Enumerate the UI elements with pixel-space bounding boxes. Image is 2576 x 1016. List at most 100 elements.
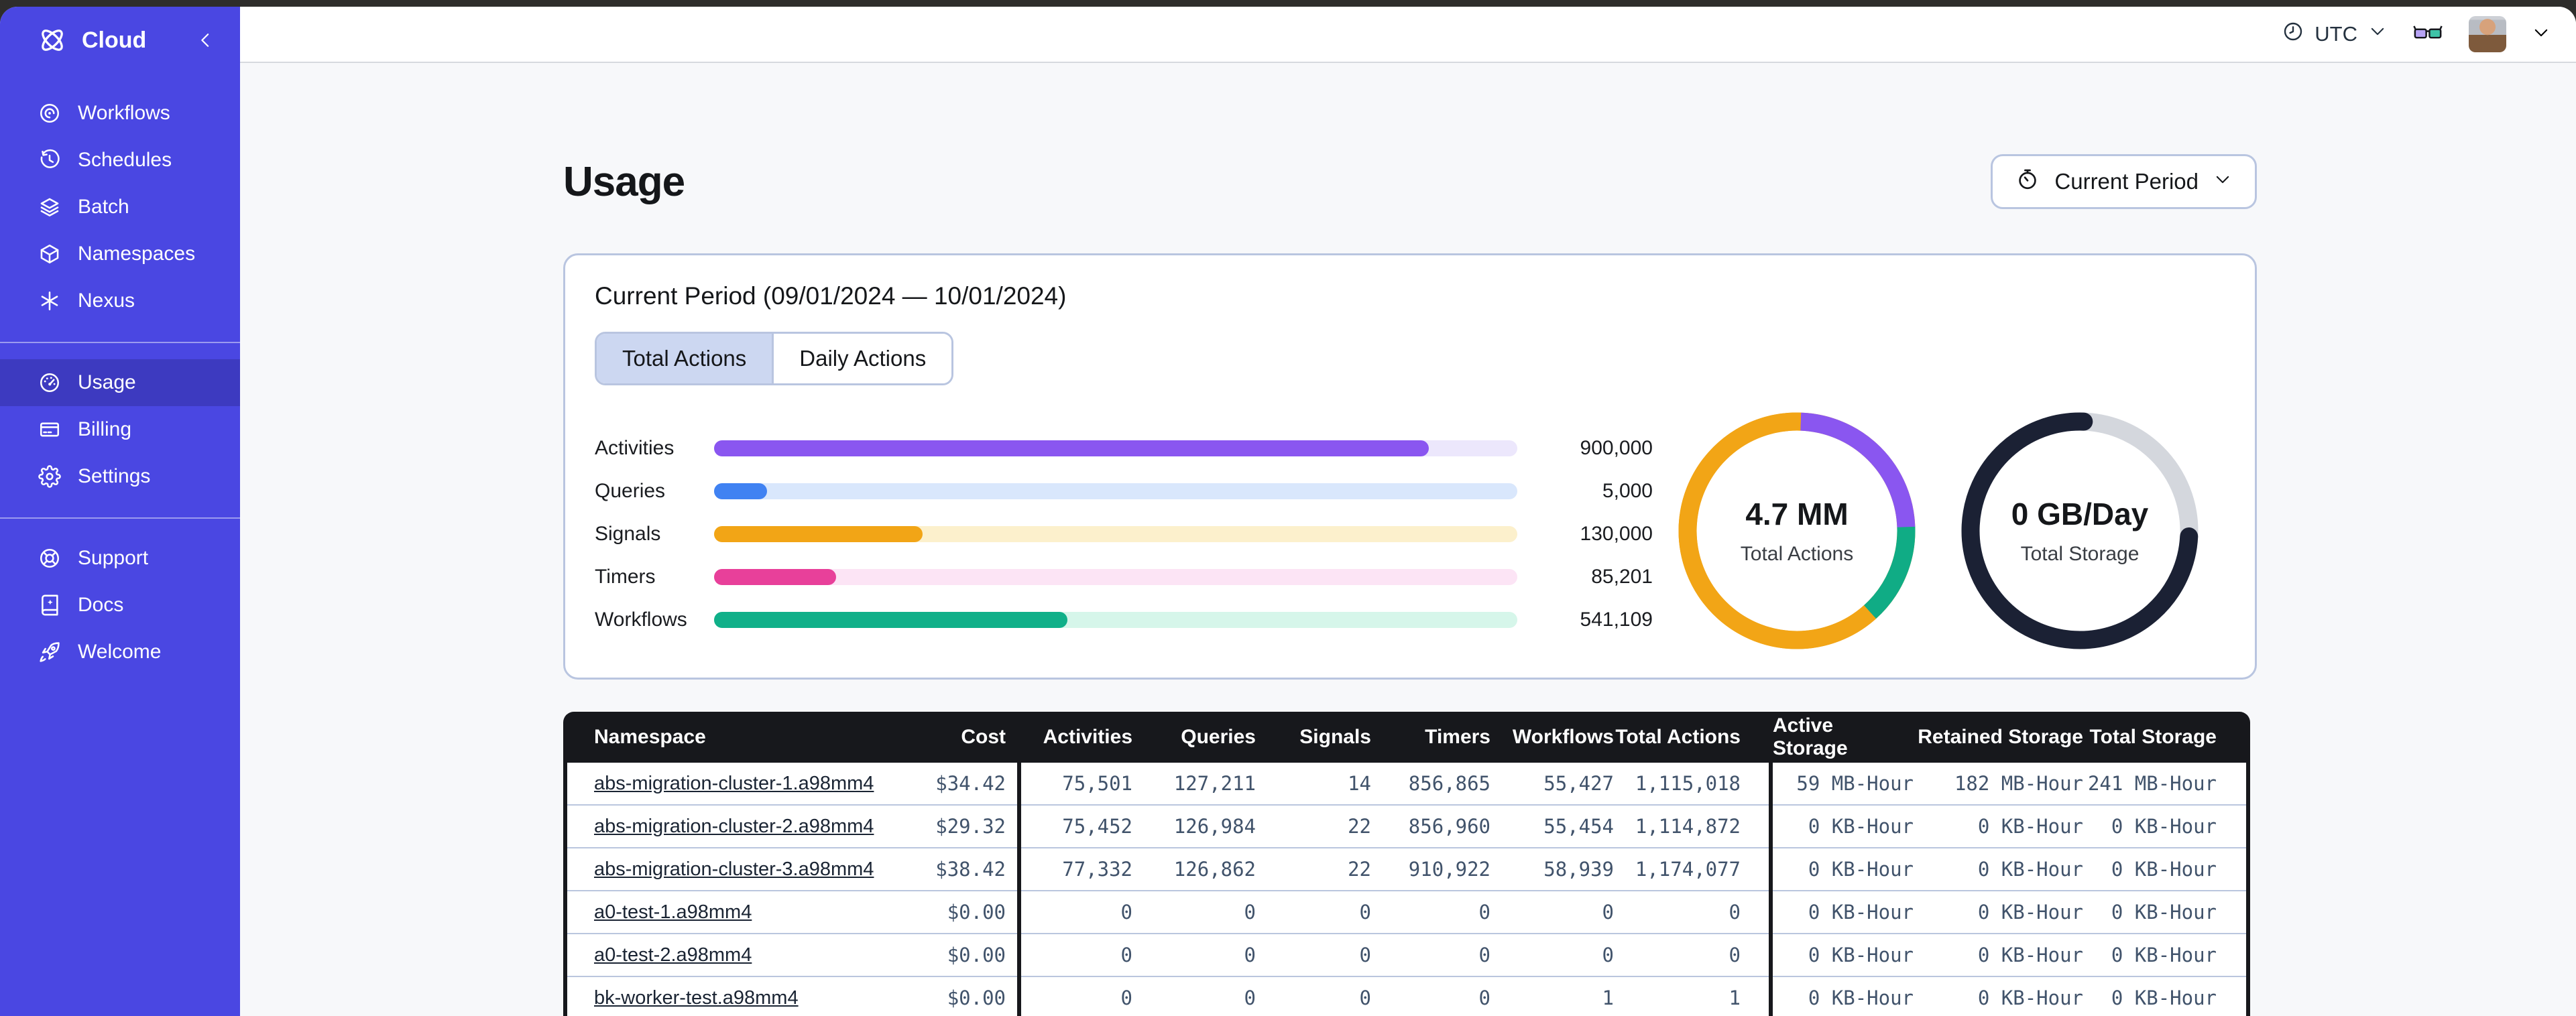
column-header-namespace: Namespace bbox=[594, 726, 706, 748]
donut-center: 4.7 MM Total Actions bbox=[1666, 400, 1928, 661]
table-row: bk-worker-test.a98mm4 $0.00 0 0 0 0 1 1 0 KB-Hou… bbox=[563, 977, 2250, 1016]
column-separator bbox=[2246, 891, 2250, 934]
cell-workflows: 58,939 bbox=[1490, 848, 1614, 891]
sidebar-item-settings[interactable]: Settings bbox=[0, 453, 240, 500]
cell-signals: 14 bbox=[1256, 763, 1371, 806]
donut-label: Total Actions bbox=[1740, 543, 1854, 565]
column-header-activities: Activities bbox=[1043, 726, 1132, 748]
column-separator bbox=[2246, 934, 2250, 977]
sidebar-item-batch[interactable]: Batch bbox=[0, 184, 240, 231]
page-header: Usage Current Period bbox=[563, 154, 2257, 209]
namespace-link[interactable]: abs-migration-cluster-3.a98mm4 bbox=[594, 859, 874, 881]
namespace-link[interactable]: a0-test-1.a98mm4 bbox=[594, 901, 752, 924]
bar-track bbox=[714, 612, 1517, 628]
avatar[interactable] bbox=[2469, 16, 2506, 52]
bar-label: Workflows bbox=[595, 609, 687, 631]
period-selector-button[interactable]: Current Period bbox=[1991, 154, 2257, 209]
table-row: abs-migration-cluster-3.a98mm4 $38.42 77,3… bbox=[563, 848, 2250, 891]
cell-total-storage: 0 KB-Hour bbox=[2087, 891, 2246, 934]
donut-center: 0 GB/Day Total Storage bbox=[1949, 400, 2211, 661]
bar-value: 5,000 bbox=[1602, 480, 1653, 502]
sidebar: Cloud Workflows Schedules Batch Namespaces N… bbox=[0, 7, 240, 1016]
tab-daily-actions[interactable]: Daily Actions bbox=[772, 334, 952, 383]
page-title: Usage bbox=[563, 158, 685, 205]
bar-row-queries: Queries 5,000 bbox=[595, 470, 1653, 513]
sidebar-item-workflows[interactable]: Workflows bbox=[0, 90, 240, 137]
namespaces-icon bbox=[38, 242, 62, 266]
bar-track bbox=[714, 483, 1517, 499]
cell-activities: 77,332 bbox=[1021, 848, 1132, 891]
cell-namespace: abs-migration-cluster-3.a98mm4 bbox=[567, 848, 898, 891]
table-row: a0-test-1.a98mm4 $0.00 0 0 0 0 0 0 0 KB-Hour 0 KB… bbox=[563, 891, 2250, 934]
cell-queries: 0 bbox=[1132, 934, 1256, 977]
column-header-timers: Timers bbox=[1425, 726, 1490, 748]
table-row: abs-migration-cluster-1.a98mm4 $34.42 75,5… bbox=[563, 763, 2250, 806]
column-header-signals: Signals bbox=[1299, 726, 1371, 748]
batch-icon bbox=[38, 195, 62, 219]
cell-total-actions: 1 bbox=[1614, 977, 1769, 1016]
main-content: Usage Current Period Current Period (09/… bbox=[240, 64, 2576, 1016]
sidebar-item-schedules[interactable]: Schedules bbox=[0, 137, 240, 184]
cell-active-storage: 0 KB-Hour bbox=[1773, 977, 1918, 1016]
labs-glasses-icon[interactable] bbox=[2412, 22, 2443, 47]
sidebar-collapse-button[interactable] bbox=[196, 30, 216, 50]
cell-retained-storage: 0 KB-Hour bbox=[1918, 806, 2087, 848]
donut-label: Total Storage bbox=[2020, 543, 2140, 565]
sidebar-item-label: Batch bbox=[78, 196, 129, 218]
table-row: abs-migration-cluster-2.a98mm4 $29.32 75,4… bbox=[563, 806, 2250, 848]
cell-activities: 0 bbox=[1021, 934, 1132, 977]
timezone-picker[interactable]: UTC bbox=[2282, 21, 2387, 48]
column-header-workflows: Workflows bbox=[1512, 726, 1614, 748]
cell-retained-storage: 0 KB-Hour bbox=[1918, 977, 2087, 1016]
bar-label: Queries bbox=[595, 480, 666, 502]
cell-namespace: bk-worker-test.a98mm4 bbox=[567, 977, 898, 1016]
bar-row-activities: Activities 900,000 bbox=[595, 427, 1653, 470]
bar-fill bbox=[714, 526, 923, 542]
app-window: Cloud Workflows Schedules Batch Namespaces N… bbox=[0, 7, 2576, 1016]
cell-total-storage: 241 MB-Hour bbox=[2087, 763, 2246, 806]
cell-signals: 0 bbox=[1256, 891, 1371, 934]
sidebar-item-support[interactable]: Support bbox=[0, 535, 240, 582]
bar-track bbox=[714, 440, 1517, 456]
namespace-link[interactable]: abs-migration-cluster-1.a98mm4 bbox=[594, 773, 874, 795]
cell-total-actions: 1,114,872 bbox=[1614, 806, 1769, 848]
cell-total-storage: 0 KB-Hour bbox=[2087, 934, 2246, 977]
sidebar-item-label: Welcome bbox=[78, 641, 162, 663]
cell-activities: 75,501 bbox=[1021, 763, 1132, 806]
namespace-link[interactable]: a0-test-2.a98mm4 bbox=[594, 944, 752, 966]
cell-retained-storage: 182 MB-Hour bbox=[1918, 763, 2087, 806]
cell-namespace: a0-test-1.a98mm4 bbox=[567, 891, 898, 934]
bar-row-signals: Signals 130,000 bbox=[595, 513, 1653, 556]
sidebar-item-namespaces[interactable]: Namespaces bbox=[0, 231, 240, 277]
cell-retained-storage: 0 KB-Hour bbox=[1918, 891, 2087, 934]
cell-queries: 0 bbox=[1132, 891, 1256, 934]
cell-total-storage: 0 KB-Hour bbox=[2087, 848, 2246, 891]
column-separator bbox=[2246, 763, 2250, 806]
bar-label: Timers bbox=[595, 566, 656, 588]
bar-value: 85,201 bbox=[1591, 566, 1653, 588]
namespace-link[interactable]: bk-worker-test.a98mm4 bbox=[594, 987, 799, 1009]
sidebar-item-nexus[interactable]: Nexus bbox=[0, 277, 240, 324]
bar-track bbox=[714, 526, 1517, 542]
sidebar-item-docs[interactable]: Docs bbox=[0, 582, 240, 629]
sidebar-item-label: Billing bbox=[78, 418, 132, 440]
cell-timers: 856,960 bbox=[1371, 806, 1490, 848]
cell-namespace: abs-migration-cluster-1.a98mm4 bbox=[567, 763, 898, 806]
account-menu-chevron-down-icon[interactable] bbox=[2532, 23, 2551, 46]
column-separator bbox=[2246, 977, 2250, 1016]
timezone-label: UTC bbox=[2315, 22, 2357, 46]
sidebar-item-label: Docs bbox=[78, 594, 124, 616]
tab-total-actions[interactable]: Total Actions bbox=[597, 334, 772, 383]
brand-label: Cloud bbox=[82, 27, 147, 53]
donut-chart-total-actions: 4.7 MM Total Actions bbox=[1666, 400, 1928, 661]
cell-active-storage: 0 KB-Hour bbox=[1773, 891, 1918, 934]
column-header-cost: Cost bbox=[961, 726, 1006, 748]
sidebar-item-usage[interactable]: Usage bbox=[0, 359, 240, 406]
cell-timers: 0 bbox=[1371, 934, 1490, 977]
sidebar-item-welcome[interactable]: Welcome bbox=[0, 629, 240, 676]
cell-total-storage: 0 KB-Hour bbox=[2087, 806, 2246, 848]
cell-workflows: 55,427 bbox=[1490, 763, 1614, 806]
namespace-link[interactable]: abs-migration-cluster-2.a98mm4 bbox=[594, 816, 874, 838]
sidebar-item-billing[interactable]: Billing bbox=[0, 406, 240, 453]
usage-icon bbox=[38, 371, 62, 395]
